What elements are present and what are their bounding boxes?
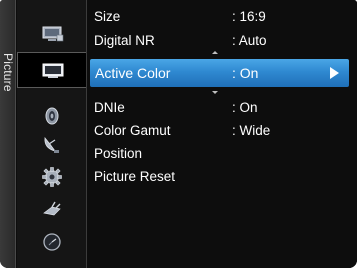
category-tab: Picture	[0, 0, 16, 268]
menu-item-size[interactable]: Size : 16:9	[88, 6, 357, 28]
support-clock-icon	[43, 233, 61, 251]
menu-item-color-gamut[interactable]: Color Gamut : Wide	[88, 120, 357, 142]
menu-item-label: Size	[94, 9, 121, 24]
menu-item-value: : 16:9	[232, 9, 266, 24]
scroll-up-indicator	[212, 51, 218, 54]
menu-item-label: Position	[94, 146, 143, 161]
column-divider	[86, 0, 87, 268]
menu-item-position[interactable]: Position	[88, 143, 357, 165]
menu-icon-setup[interactable]	[17, 159, 87, 195]
menu-icon-channel[interactable]	[17, 126, 87, 162]
menu-item-value: : Wide	[232, 123, 271, 138]
input-plug-icon	[43, 201, 61, 216]
menu-item-label: Color Gamut	[94, 123, 171, 138]
menu-item-digital-nr[interactable]: Digital NR : Auto	[88, 30, 357, 52]
sound-icon	[45, 107, 59, 125]
display-icon	[42, 63, 63, 78]
menu-item-value: : On	[232, 65, 259, 81]
submenu-arrow-icon	[330, 67, 339, 79]
menu-icon-display[interactable]	[17, 52, 87, 88]
picture-icon	[42, 26, 64, 42]
menu-icon-input[interactable]	[17, 192, 87, 228]
osd-menu-frame: Picture Size: 16:9 Digital NR: Auto Ac…	[0, 0, 357, 268]
menu-item-dnie[interactable]: DNIe : On	[88, 97, 357, 119]
category-label: Picture	[1, 52, 15, 92]
menu-icon-picture[interactable]	[17, 16, 87, 52]
menu-item-active-color[interactable]: Active Color : On	[90, 59, 349, 87]
menu-icon-support[interactable]	[17, 224, 87, 260]
menu-item-label: Digital NR	[94, 33, 155, 48]
menu-item-value: : On	[232, 100, 258, 115]
settings-menu: Size : 16:9 Digital NR : Auto Active Col…	[88, 0, 357, 268]
scroll-down-indicator	[212, 91, 218, 94]
setup-gear-icon	[42, 167, 62, 187]
menu-item-label: DNIe	[94, 100, 125, 115]
menu-item-label: Picture Reset	[94, 169, 176, 184]
menu-item-picture-reset[interactable]: Picture Reset	[88, 166, 357, 188]
icon-column	[17, 0, 87, 268]
satellite-dish-icon	[44, 137, 59, 153]
menu-item-label: Active Color	[95, 65, 171, 81]
menu-item-value: : Auto	[232, 33, 267, 48]
